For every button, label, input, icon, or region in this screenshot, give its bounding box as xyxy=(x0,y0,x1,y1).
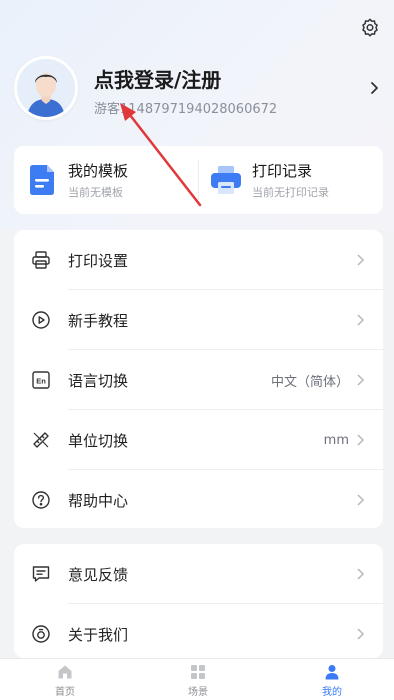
help-label: 帮助中心 xyxy=(68,491,129,510)
chevron-right-icon xyxy=(357,314,365,326)
my-templates-subtitle: 当前无模板 xyxy=(68,186,123,199)
profile-header[interactable]: 点我登录/注册 游客1148797194028060672 xyxy=(14,56,384,122)
home-icon xyxy=(58,665,72,679)
guest-id: 游客1148797194028060672 xyxy=(94,102,278,117)
avatar-icon xyxy=(17,59,75,117)
unit-value: mm xyxy=(323,432,349,448)
tab-mine[interactable]: 我的 xyxy=(282,659,382,700)
person-icon xyxy=(325,665,339,680)
language-label: 语言切换 xyxy=(68,371,129,390)
about-label: 关于我们 xyxy=(68,625,129,644)
menu-item-language[interactable]: En 语言切换 中文（简体） xyxy=(14,350,383,410)
menu-item-about[interactable]: 关于我们 xyxy=(14,604,383,658)
my-templates-title: 我的模板 xyxy=(68,162,129,180)
grid-icon xyxy=(191,665,205,679)
about-icon xyxy=(32,625,50,643)
my-templates-button[interactable]: 我的模板 当前无模板 xyxy=(26,146,196,214)
menu-item-print-settings[interactable]: 打印设置 xyxy=(14,230,383,290)
tab-home[interactable]: 首页 xyxy=(15,659,115,700)
template-doc-icon xyxy=(30,165,54,195)
print-records-subtitle: 当前无打印记录 xyxy=(252,186,329,199)
print-settings-icon xyxy=(32,251,50,269)
settings-button[interactable] xyxy=(358,16,382,40)
chevron-right-icon[interactable] xyxy=(366,80,382,96)
avatar[interactable] xyxy=(14,56,78,120)
chevron-right-icon xyxy=(357,254,365,266)
settings-menu-card: 打印设置 新手教程 En 语言切换 中文（简体） 单位切换 mm 帮助中心 xyxy=(14,230,383,528)
menu-item-unit[interactable]: 单位切换 mm xyxy=(14,410,383,470)
chevron-right-icon xyxy=(357,494,365,506)
help-circle-icon xyxy=(32,491,50,509)
feedback-label: 意见反馈 xyxy=(68,565,129,584)
bottom-tab-bar: 首页 场景 我的 xyxy=(0,658,394,700)
quick-access-card: 我的模板 当前无模板 打印记录 当前无打印记录 xyxy=(14,146,383,214)
login-register-title[interactable]: 点我登录/注册 xyxy=(94,64,221,93)
tab-scenes-label: 场景 xyxy=(188,687,208,698)
language-value: 中文（简体） xyxy=(270,374,349,390)
gear-icon xyxy=(362,18,378,37)
print-records-title: 打印记录 xyxy=(252,162,313,180)
menu-item-help[interactable]: 帮助中心 xyxy=(14,470,383,530)
menu-item-tutorial[interactable]: 新手教程 xyxy=(14,290,383,350)
print-records-button[interactable]: 打印记录 当前无打印记录 xyxy=(210,146,380,214)
unit-label: 单位切换 xyxy=(68,431,129,450)
divider xyxy=(198,160,199,200)
tutorial-label: 新手教程 xyxy=(68,311,129,330)
svg-text:En: En xyxy=(36,377,46,386)
language-en-icon: En xyxy=(32,371,50,389)
chevron-right-icon xyxy=(357,628,365,640)
tab-scenes[interactable]: 场景 xyxy=(148,659,248,700)
print-settings-label: 打印设置 xyxy=(68,251,129,270)
chevron-right-icon xyxy=(357,434,365,446)
menu-item-feedback[interactable]: 意见反馈 xyxy=(14,544,383,604)
support-menu-card: 意见反馈 关于我们 xyxy=(14,544,383,658)
ruler-icon xyxy=(33,432,49,448)
chevron-right-icon xyxy=(357,374,365,386)
chevron-right-icon xyxy=(357,568,365,580)
play-circle-icon xyxy=(32,311,50,329)
tab-mine-label: 我的 xyxy=(322,687,342,698)
printer-icon xyxy=(211,166,241,194)
tab-home-label: 首页 xyxy=(55,687,75,698)
feedback-icon xyxy=(32,566,50,582)
